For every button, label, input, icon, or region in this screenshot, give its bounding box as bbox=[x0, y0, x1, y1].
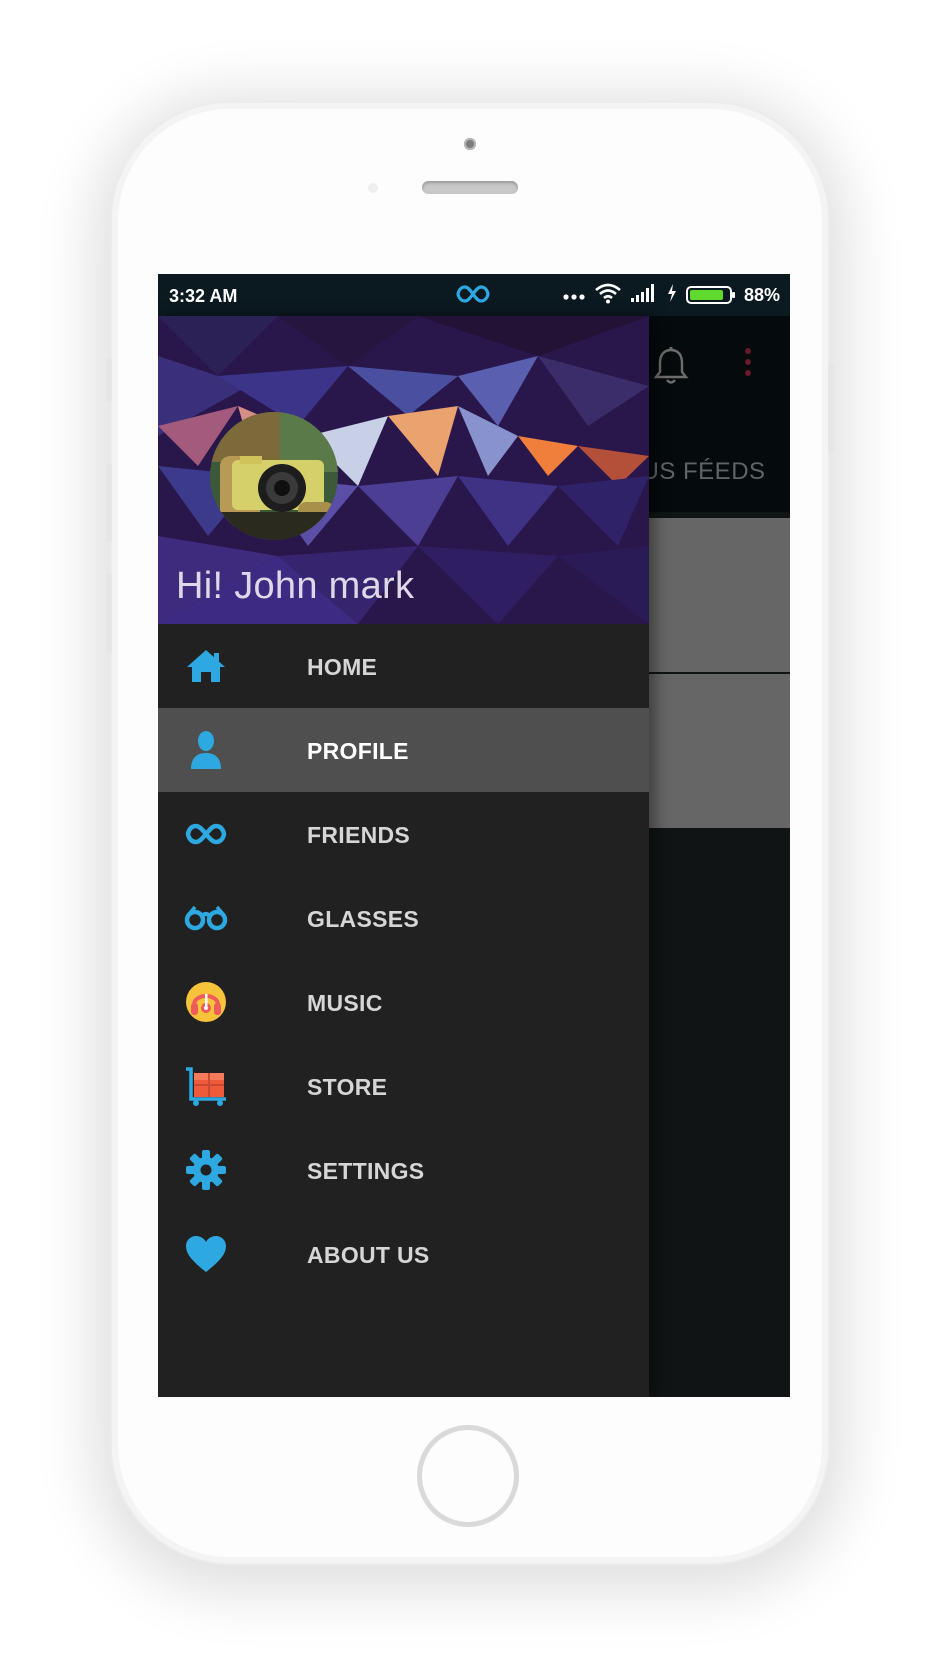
volume-down-button bbox=[106, 573, 112, 653]
menu-item-store[interactable]: STORE bbox=[158, 1044, 649, 1128]
menu-label: FRIENDS bbox=[307, 822, 411, 848]
menu-item-friends[interactable]: FRIENDS bbox=[158, 792, 649, 876]
status-bar: 3:32 AM 88% bbox=[158, 274, 790, 316]
menu-label: HOME bbox=[307, 654, 378, 680]
gear-icon bbox=[184, 1148, 228, 1192]
glasses-icon bbox=[184, 896, 228, 940]
menu-label: MUSIC bbox=[307, 990, 383, 1016]
charging-icon bbox=[666, 283, 678, 308]
menu-item-about-us[interactable]: ABOUT US bbox=[158, 1212, 649, 1296]
avatar[interactable] bbox=[210, 412, 338, 540]
heart-icon bbox=[184, 1232, 228, 1276]
menu-item-glasses[interactable]: GLASSES bbox=[158, 876, 649, 960]
signal-icon bbox=[630, 283, 658, 308]
infinity-icon bbox=[184, 812, 228, 856]
menu-item-home[interactable]: HOME bbox=[158, 624, 649, 708]
power-button bbox=[828, 363, 834, 453]
more-vert-icon[interactable] bbox=[744, 348, 752, 376]
menu-item-profile[interactable]: PROFILE bbox=[158, 708, 649, 792]
drawer-greeting: Hi! John mark bbox=[176, 565, 415, 607]
more-dots-icon bbox=[562, 285, 586, 306]
volume-up-button bbox=[106, 463, 112, 543]
drawer-menu: HOME PROFILE FRIENDS GLASSES MUSIC STORE… bbox=[158, 624, 649, 1296]
feed-card[interactable] bbox=[648, 518, 790, 672]
cart-icon bbox=[184, 1064, 228, 1108]
earpiece-speaker bbox=[422, 181, 518, 194]
menu-item-settings[interactable]: SETTINGS bbox=[158, 1128, 649, 1212]
phone-screen: 3:32 AM 88% AMPUS FÉEDS Hi! John mark HO… bbox=[158, 274, 790, 1397]
home-icon bbox=[184, 644, 228, 688]
menu-item-music[interactable]: MUSIC bbox=[158, 960, 649, 1044]
proximity-sensor bbox=[368, 183, 378, 193]
menu-label: PROFILE bbox=[307, 738, 409, 764]
status-icons: 88% bbox=[562, 282, 780, 308]
infinity-icon bbox=[456, 283, 490, 310]
feed-card[interactable] bbox=[648, 674, 790, 828]
mute-switch bbox=[106, 358, 112, 402]
person-icon bbox=[184, 728, 228, 772]
bell-icon[interactable] bbox=[652, 346, 690, 391]
menu-label: GLASSES bbox=[307, 906, 420, 932]
menu-label: ABOUT US bbox=[307, 1242, 430, 1268]
drawer-header: Hi! John mark bbox=[158, 316, 649, 624]
wifi-icon bbox=[594, 282, 622, 309]
navigation-drawer: Hi! John mark HOME PROFILE FRIENDS GLASS… bbox=[158, 316, 649, 1397]
front-camera bbox=[464, 138, 476, 150]
battery-level bbox=[689, 290, 724, 300]
menu-label: SETTINGS bbox=[307, 1158, 425, 1184]
battery-icon bbox=[685, 286, 735, 304]
battery-percent: 88% bbox=[743, 284, 780, 305]
music-headphones-icon bbox=[184, 980, 228, 1024]
menu-label: STORE bbox=[307, 1074, 388, 1100]
status-time: 3:32 AM bbox=[169, 286, 238, 306]
home-button[interactable] bbox=[417, 1425, 519, 1527]
